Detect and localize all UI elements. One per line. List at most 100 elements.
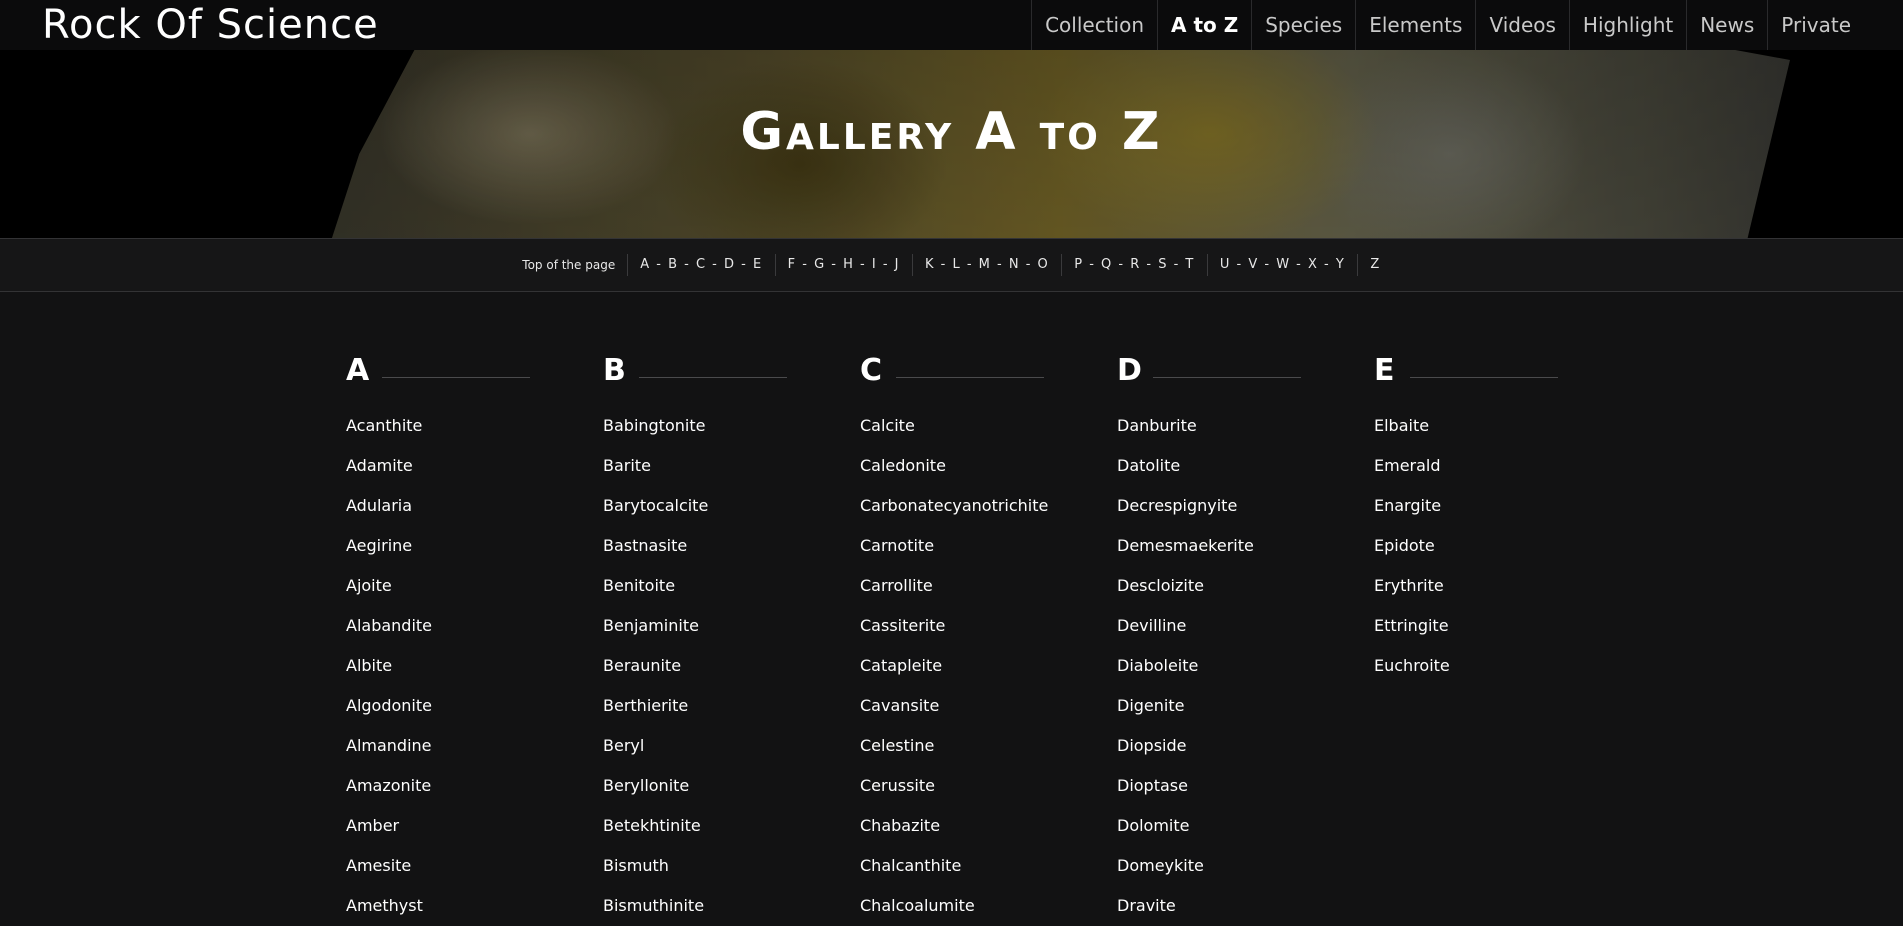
mineral-link[interactable]: Datolite — [1117, 446, 1374, 486]
mineral-link[interactable]: Bastnasite — [603, 526, 860, 566]
mineral-link[interactable]: Beryllonite — [603, 766, 860, 806]
mineral-link[interactable]: Betekhtinite — [603, 806, 860, 846]
mineral-link[interactable]: Euchroite — [1374, 646, 1631, 686]
letter-column-a: A Acanthite Adamite Adularia Aegirine Ajoite A… — [346, 350, 603, 926]
nav-item-a-to-z[interactable]: A to Z — [1157, 0, 1251, 50]
mineral-link[interactable]: Cavansite — [860, 686, 1117, 726]
mineral-link[interactable]: Chalcoalumite — [860, 886, 1117, 926]
page-title: Gallery A to Z — [740, 102, 1163, 162]
mineral-list: Acanthite Adamite Adularia Aegirine Ajoite Al… — [346, 406, 603, 926]
mineral-link[interactable]: Erythrite — [1374, 566, 1631, 606]
nav-item-private[interactable]: Private — [1767, 0, 1891, 50]
nav-item-elements[interactable]: Elements — [1355, 0, 1475, 50]
mineral-link[interactable]: Dioptase — [1117, 766, 1374, 806]
letter-heading-text: B — [603, 353, 626, 388]
mineral-link[interactable]: Barytocalcite — [603, 486, 860, 526]
mineral-link[interactable]: Dravite — [1117, 886, 1374, 926]
mineral-link[interactable]: Babingtonite — [603, 406, 860, 446]
mineral-link[interactable]: Carnotite — [860, 526, 1117, 566]
nav-item-collection[interactable]: Collection — [1031, 0, 1157, 50]
letters-u-y-link[interactable]: U - V - W - X - Y — [1206, 254, 1357, 276]
nav-item-species[interactable]: Species — [1251, 0, 1355, 50]
mineral-link[interactable]: Diopside — [1117, 726, 1374, 766]
mineral-link[interactable]: Amesite — [346, 846, 603, 886]
mineral-link[interactable]: Amethyst — [346, 886, 603, 926]
mineral-link[interactable]: Cerussite — [860, 766, 1117, 806]
mineral-link[interactable]: Dolomite — [1117, 806, 1374, 846]
mineral-link[interactable]: Elbaite — [1374, 406, 1631, 446]
letter-heading: B — [603, 350, 860, 388]
mineral-link[interactable]: Domeykite — [1117, 846, 1374, 886]
letters-p-t-link[interactable]: P - Q - R - S - T — [1061, 254, 1207, 276]
mineral-link[interactable]: Decrespignyite — [1117, 486, 1374, 526]
heading-divider — [382, 377, 530, 378]
mineral-link[interactable]: Amazonite — [346, 766, 603, 806]
mineral-link[interactable]: Benjaminite — [603, 606, 860, 646]
letter-heading: E — [1374, 350, 1631, 388]
mineral-link[interactable]: Algodonite — [346, 686, 603, 726]
mineral-link[interactable]: Beraunite — [603, 646, 860, 686]
heading-divider — [1153, 377, 1301, 378]
mineral-link[interactable]: Demesmaekerite — [1117, 526, 1374, 566]
mineral-link[interactable]: Devilline — [1117, 606, 1374, 646]
mineral-link[interactable]: Emerald — [1374, 446, 1631, 486]
mineral-link[interactable]: Calcite — [860, 406, 1117, 446]
letters-f-j-link[interactable]: F - G - H - I - J — [774, 254, 912, 276]
letter-column-e: E Elbaite Emerald Enargite Epidote Erythrite E… — [1374, 350, 1631, 926]
mineral-link[interactable]: Chalcanthite — [860, 846, 1117, 886]
mineral-link[interactable]: Celestine — [860, 726, 1117, 766]
mineral-link[interactable]: Bismuth — [603, 846, 860, 886]
letter-column-b: B Babingtonite Barite Barytocalcite Bastnasi… — [603, 350, 860, 926]
mineral-link[interactable]: Enargite — [1374, 486, 1631, 526]
mineral-link[interactable]: Almandine — [346, 726, 603, 766]
letter-column-d: D Danburite Datolite Decrespignyite Demesmae… — [1117, 350, 1374, 926]
mineral-link[interactable]: Caledonite — [860, 446, 1117, 486]
letter-z-link[interactable]: Z — [1357, 254, 1392, 276]
mineral-link[interactable]: Cassiterite — [860, 606, 1117, 646]
nav-item-highlight[interactable]: Highlight — [1568, 0, 1686, 50]
mineral-link[interactable]: Barite — [603, 446, 860, 486]
nav-item-videos[interactable]: Videos — [1475, 0, 1568, 50]
heading-divider — [896, 377, 1044, 378]
letters-k-o-link[interactable]: K - L - M - N - O — [911, 254, 1061, 276]
mineral-link[interactable]: Digenite — [1117, 686, 1374, 726]
mineral-link[interactable]: Carbonatecyanotrichite — [860, 486, 1117, 526]
mineral-list: Elbaite Emerald Enargite Epidote Erythrite Et… — [1374, 406, 1631, 686]
letter-heading-text: D — [1117, 353, 1142, 388]
mineral-link[interactable]: Beryl — [603, 726, 860, 766]
mineral-link[interactable]: Bismuthinite — [603, 886, 860, 926]
mineral-link[interactable]: Albite — [346, 646, 603, 686]
mineral-list: Babingtonite Barite Barytocalcite Bastnasit… — [603, 406, 860, 926]
heading-divider — [1410, 377, 1558, 378]
mineral-link[interactable]: Carrollite — [860, 566, 1117, 606]
top-of-page-link[interactable]: Top of the page — [510, 254, 627, 276]
mineral-link[interactable]: Danburite — [1117, 406, 1374, 446]
mineral-link[interactable]: Berthierite — [603, 686, 860, 726]
mineral-link[interactable]: Catapleite — [860, 646, 1117, 686]
mineral-link[interactable]: Benitoite — [603, 566, 860, 606]
letter-heading-text: C — [860, 353, 883, 388]
mineral-link[interactable]: Amber — [346, 806, 603, 846]
mineral-link[interactable]: Ajoite — [346, 566, 603, 606]
mineral-index: A Acanthite Adamite Adularia Aegirine Ajoite A… — [346, 350, 1631, 926]
site-logo-link[interactable]: Rock Of Science — [42, 0, 379, 50]
heading-divider — [639, 377, 787, 378]
mineral-link[interactable]: Alabandite — [346, 606, 603, 646]
mineral-list: Danburite Datolite Decrespignyite Demesmaek… — [1117, 406, 1374, 926]
main-nav: Collection A to Z Species Elements Video… — [1031, 0, 1891, 50]
letter-heading-text: A — [346, 353, 370, 388]
mineral-link[interactable]: Ettringite — [1374, 606, 1631, 646]
mineral-link[interactable]: Chabazite — [860, 806, 1117, 846]
mineral-link[interactable]: Diaboleite — [1117, 646, 1374, 686]
mineral-link[interactable]: Aegirine — [346, 526, 603, 566]
letter-heading: D — [1117, 350, 1374, 388]
mineral-link[interactable]: Adularia — [346, 486, 603, 526]
mineral-link[interactable]: Adamite — [346, 446, 603, 486]
letter-heading-text: E — [1374, 353, 1395, 388]
letter-heading: A — [346, 350, 603, 388]
mineral-link[interactable]: Descloizite — [1117, 566, 1374, 606]
mineral-link[interactable]: Epidote — [1374, 526, 1631, 566]
mineral-link[interactable]: Acanthite — [346, 406, 603, 446]
letters-a-e-link[interactable]: A - B - C - D - E — [627, 254, 774, 276]
nav-item-news[interactable]: News — [1686, 0, 1767, 50]
